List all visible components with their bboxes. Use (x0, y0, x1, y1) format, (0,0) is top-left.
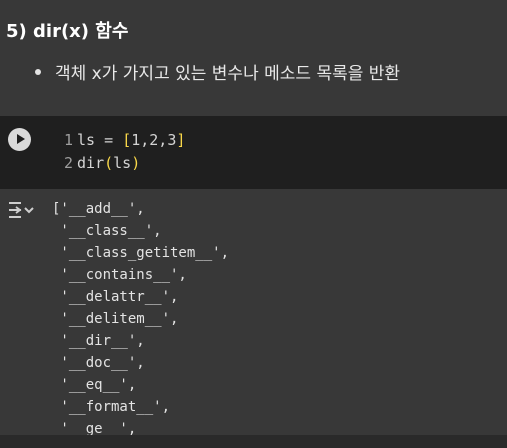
bracket: ] (176, 131, 186, 149)
markdown-cell[interactable]: 5) dir(x) 함수 객체 x가 가지고 있는 변수나 메소드 목록을 반환 (0, 0, 507, 116)
code-cell[interactable]: 1 ls = [1,2,3] 2 dir(ls) (0, 116, 507, 189)
code-text: ls = (77, 131, 123, 149)
output-line: '__ge__', (52, 421, 137, 435)
code-line-2[interactable]: 2 dir(ls) (64, 154, 140, 172)
line-number: 1 (64, 131, 74, 149)
output-collapse-icon[interactable] (8, 199, 34, 221)
bottom-edge (0, 435, 507, 448)
bracket: ) (131, 154, 141, 172)
bullet-dot-icon (35, 69, 41, 75)
output-line: '__dir__', (52, 333, 145, 349)
function-name: dir (77, 154, 105, 172)
code-text: ls (113, 154, 132, 172)
output-area: ['__add__', '__class__', '__class_getite… (0, 189, 507, 435)
bracket: [ (122, 131, 132, 149)
bullet-text: 객체 x가 가지고 있는 변수나 메소드 목록을 반환 (55, 64, 401, 84)
code-line-1[interactable]: 1 ls = [1,2,3] (64, 131, 185, 149)
section-heading: 5) dir(x) 함수 (6, 21, 129, 42)
output-line: '__contains__', (52, 267, 187, 283)
output-line: '__class__', (52, 223, 162, 239)
output-line: '__delattr__', (52, 289, 179, 305)
output-line: '__delitem__', (52, 311, 179, 327)
output-line: '__eq__', (52, 377, 137, 393)
output-line: '__format__', (52, 399, 171, 415)
line-number: 2 (64, 154, 74, 172)
code-text: 1,2,3 (131, 131, 177, 149)
bracket: ( (104, 154, 114, 172)
run-cell-button[interactable] (8, 128, 31, 151)
output-line: '__doc__', (52, 355, 145, 371)
output-line: '__class_getitem__', (52, 245, 230, 261)
output-line: ['__add__', (52, 201, 145, 217)
